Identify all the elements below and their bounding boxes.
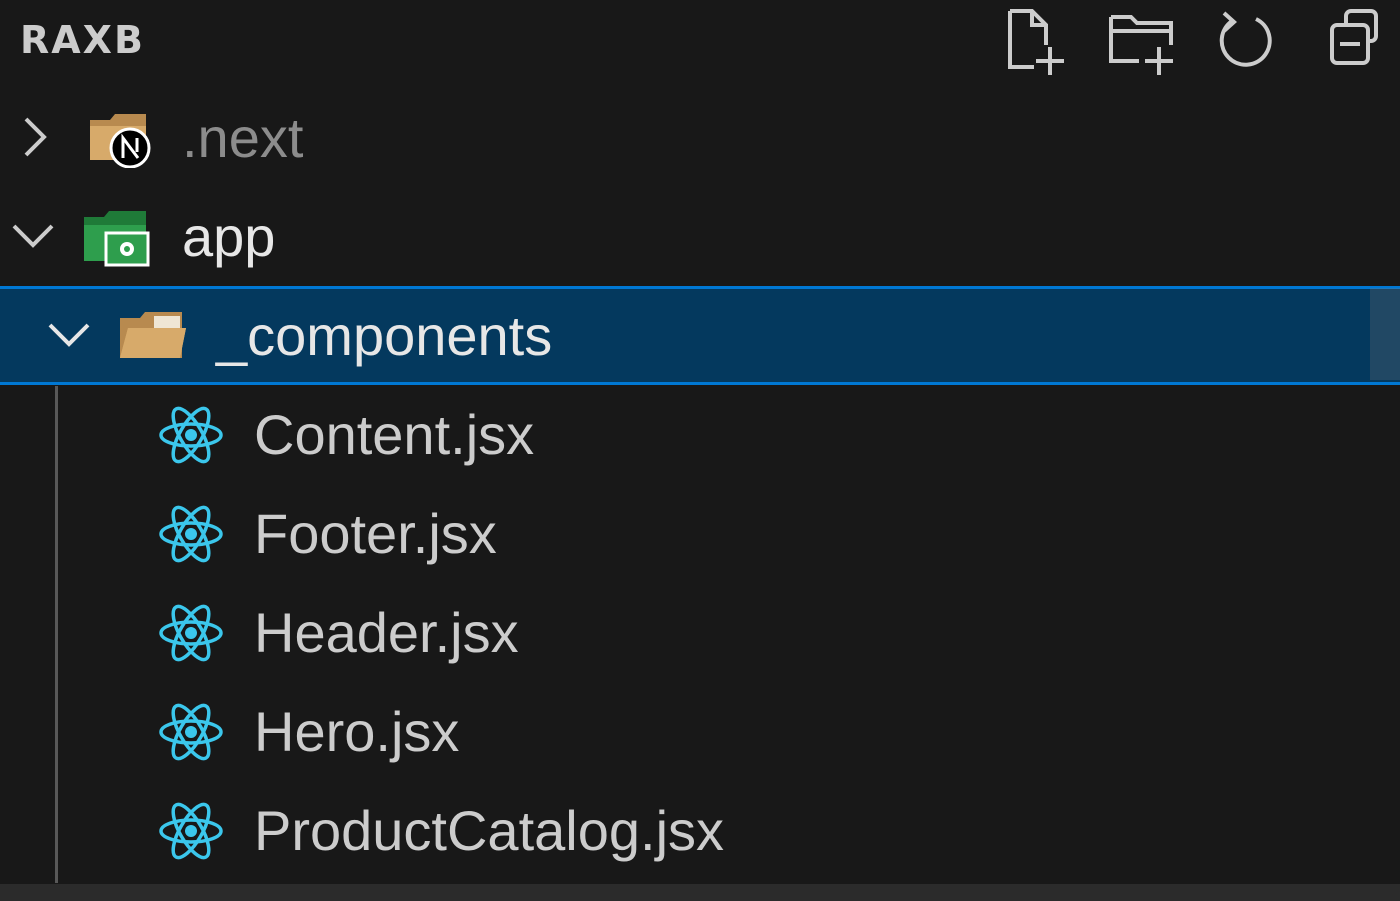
react-icon — [159, 703, 223, 761]
refresh-icon — [1219, 11, 1272, 67]
tree-item-file[interactable]: Hero.jsx — [0, 682, 1400, 781]
folder-open-icon — [120, 312, 186, 358]
new-file-icon — [1008, 9, 1064, 75]
chevron-down-icon — [48, 323, 90, 347]
react-icon — [159, 406, 223, 464]
react-icon — [159, 505, 223, 563]
tree-item-app-folder[interactable]: app — [0, 187, 1400, 286]
app-folder-icon — [84, 211, 150, 267]
tree-item-label: Hero.jsx — [254, 700, 460, 763]
nextjs-folder-icon — [90, 114, 151, 168]
react-icon — [159, 604, 223, 662]
react-icon — [159, 802, 223, 860]
tree-item-label: app — [182, 205, 276, 268]
panel-bottom-edge — [0, 884, 1400, 901]
tree-item-file[interactable]: ProductCatalog.jsx — [0, 781, 1400, 880]
chevron-right-icon — [24, 117, 47, 157]
tree-item-components-folder[interactable]: _components — [0, 286, 1400, 385]
tree-item-file[interactable]: Footer.jsx — [0, 484, 1400, 583]
explorer-title: RAXB — [20, 18, 145, 62]
collapse-all-icon — [1330, 9, 1378, 65]
tree-item-file[interactable]: Header.jsx — [0, 583, 1400, 682]
explorer-header: RAXB — [0, 0, 1400, 86]
tree-item-label: ProductCatalog.jsx — [254, 799, 725, 862]
tree-item-label: Content.jsx — [254, 403, 535, 466]
new-folder-icon — [1109, 15, 1173, 75]
tree-item-label: .next — [182, 106, 304, 169]
tree-item-label: _components — [216, 304, 553, 367]
tree-item-label: Header.jsx — [254, 601, 519, 664]
file-explorer: RAXB .next app _components Content.jsx F… — [0, 0, 1400, 901]
chevron-down-icon — [12, 224, 54, 248]
vertical-scrollbar[interactable] — [1370, 288, 1400, 380]
tree-item-next-folder[interactable]: .next — [0, 88, 1400, 187]
new-file-button[interactable] — [990, 0, 1076, 80]
tree-item-file[interactable]: Content.jsx — [0, 385, 1400, 484]
indent-guide — [55, 386, 58, 883]
new-folder-button[interactable] — [1096, 0, 1182, 80]
collapse-all-button[interactable] — [1310, 0, 1396, 80]
tree-item-label: Footer.jsx — [254, 502, 497, 565]
refresh-button[interactable] — [1202, 0, 1288, 80]
file-tree: .next app _components Content.jsx Footer… — [0, 88, 1400, 880]
